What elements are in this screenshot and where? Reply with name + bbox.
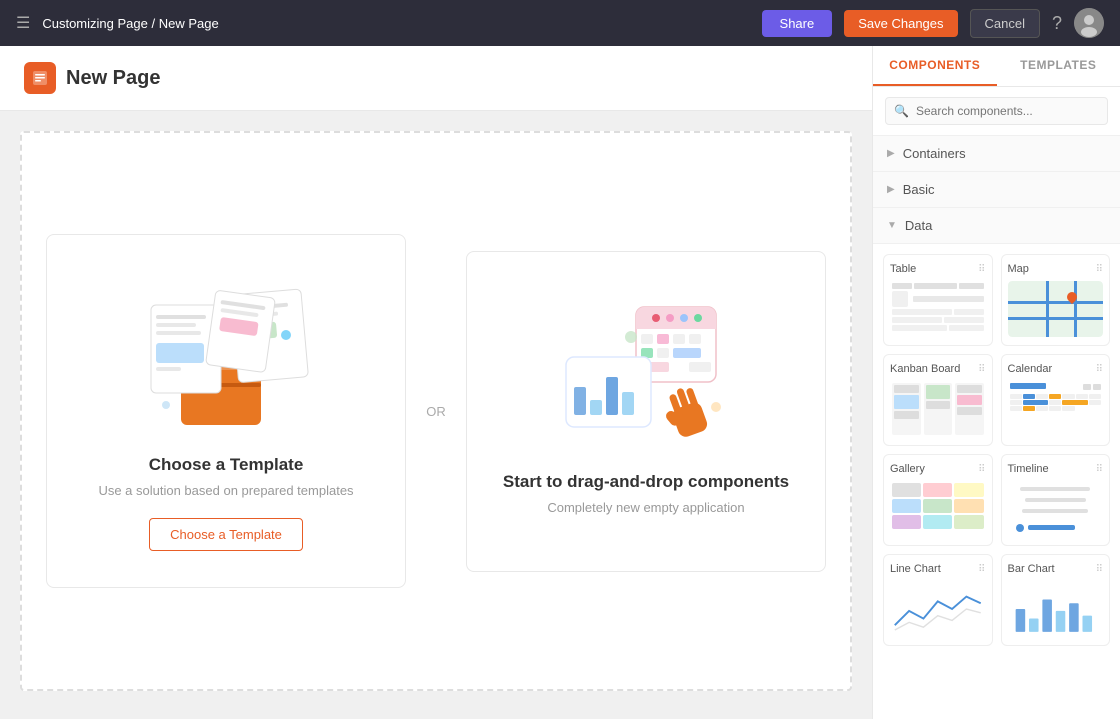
template-card-title: Choose a Template	[149, 455, 304, 475]
kanban-preview	[890, 381, 986, 437]
component-card-bar-chart-header: Bar Chart ⠿	[1008, 563, 1104, 575]
data-section-header[interactable]: ▼ Data	[873, 208, 1120, 243]
component-card-gallery-header: Gallery ⠿	[890, 463, 986, 475]
component-card-table-header: Table ⠿	[890, 263, 986, 275]
component-card-gallery[interactable]: Gallery ⠿	[883, 454, 993, 546]
sidebar-tabs: Components Templates	[873, 46, 1120, 87]
component-row-4: Line Chart ⠿ Bar Chart ⠿	[883, 554, 1110, 646]
page-title: New Page	[66, 67, 160, 90]
component-card-kanban[interactable]: Kanban Board ⠿	[883, 354, 993, 446]
calendar-label: Calendar	[1008, 363, 1053, 375]
calendar-preview	[1008, 381, 1104, 437]
drag-icon-map: ⠿	[1096, 264, 1103, 275]
map-preview	[1008, 281, 1104, 337]
top-navigation: ☰ Customizing Page / New Page Share Save…	[0, 0, 1120, 46]
component-card-bar-chart[interactable]: Bar Chart ⠿	[1001, 554, 1111, 646]
drag-icon-kanban: ⠿	[978, 364, 985, 375]
canvas-body: Choose a Template Use a solution based o…	[0, 111, 872, 719]
gallery-label: Gallery	[890, 463, 925, 475]
help-icon[interactable]: ?	[1052, 13, 1062, 34]
component-card-kanban-header: Kanban Board ⠿	[890, 363, 986, 375]
breadcrumb: Customizing Page / New Page	[42, 16, 218, 31]
line-chart-preview	[890, 581, 986, 637]
component-card-line-chart-header: Line Chart ⠿	[890, 563, 986, 575]
breadcrumb-current: New Page	[159, 16, 219, 31]
basic-section-header[interactable]: ▶ Basic	[873, 172, 1120, 207]
tab-components[interactable]: Components	[873, 46, 997, 86]
main-layout: New Page	[0, 46, 1120, 719]
search-icon: 🔍	[894, 104, 909, 118]
sidebar-section-data: ▼ Data	[873, 208, 1120, 244]
timeline-label: Timeline	[1008, 463, 1049, 475]
basic-label: Basic	[903, 182, 935, 197]
component-card-map[interactable]: Map ⠿	[1001, 254, 1111, 346]
cards-container: Choose a Template Use a solution based o…	[46, 234, 826, 588]
table-preview	[890, 281, 986, 337]
dragdrop-card-subtitle: Completely new empty application	[547, 500, 744, 515]
template-illustration	[126, 275, 326, 435]
search-input[interactable]	[885, 97, 1108, 125]
avatar[interactable]	[1074, 8, 1104, 38]
breadcrumb-separator: /	[151, 16, 155, 31]
component-card-calendar-header: Calendar ⠿	[1008, 363, 1104, 375]
chevron-right-icon-basic: ▶	[887, 184, 895, 195]
share-button[interactable]: Share	[762, 10, 833, 37]
breadcrumb-parent[interactable]: Customizing Page	[42, 16, 148, 31]
canvas-area: New Page	[0, 46, 872, 719]
component-card-timeline[interactable]: Timeline ⠿	[1001, 454, 1111, 546]
drag-icon-table: ⠿	[978, 264, 985, 275]
kanban-label: Kanban Board	[890, 363, 960, 375]
timeline-preview	[1008, 481, 1104, 537]
drag-icon-calendar: ⠿	[1096, 364, 1103, 375]
drag-icon-gallery: ⠿	[978, 464, 985, 475]
component-card-table[interactable]: Table ⠿	[883, 254, 993, 346]
tab-templates[interactable]: Templates	[997, 46, 1120, 86]
sidebar-section-containers: ▶ Containers	[873, 136, 1120, 172]
component-card-map-header: Map ⠿	[1008, 263, 1104, 275]
table-label: Table	[890, 263, 916, 275]
component-row-1: Table ⠿	[883, 254, 1110, 346]
component-grid: Table ⠿	[873, 244, 1120, 719]
page-header: New Page	[0, 46, 872, 111]
or-divider: OR	[406, 404, 466, 419]
containers-section-header[interactable]: ▶ Containers	[873, 136, 1120, 171]
hamburger-menu-icon[interactable]: ☰	[16, 13, 30, 33]
choose-template-button[interactable]: Choose a Template	[149, 518, 303, 551]
bar-chart-preview	[1008, 581, 1104, 637]
containers-label: Containers	[903, 146, 966, 161]
component-card-timeline-header: Timeline ⠿	[1008, 463, 1104, 475]
template-card-subtitle: Use a solution based on prepared templat…	[98, 483, 353, 498]
drag-icon-line-chart: ⠿	[978, 564, 985, 575]
drag-icon-timeline: ⠿	[1096, 464, 1103, 475]
data-label: Data	[905, 218, 932, 233]
cancel-button[interactable]: Cancel	[970, 9, 1040, 38]
chevron-down-icon-data: ▼	[887, 220, 897, 231]
component-card-line-chart[interactable]: Line Chart ⠿	[883, 554, 993, 646]
line-chart-label: Line Chart	[890, 563, 941, 575]
map-label: Map	[1008, 263, 1029, 275]
canvas-drop-zone[interactable]: Choose a Template Use a solution based o…	[20, 131, 852, 691]
gallery-preview	[890, 481, 986, 537]
search-wrapper: 🔍	[885, 97, 1108, 125]
bar-chart-label: Bar Chart	[1008, 563, 1055, 575]
component-card-calendar[interactable]: Calendar ⠿	[1001, 354, 1111, 446]
page-icon	[24, 62, 56, 94]
template-card: Choose a Template Use a solution based o…	[46, 234, 406, 588]
dragdrop-card-title: Start to drag-and-drop components	[503, 472, 789, 492]
chevron-right-icon: ▶	[887, 148, 895, 159]
save-changes-button[interactable]: Save Changes	[844, 10, 957, 37]
dragdrop-illustration	[546, 292, 746, 452]
component-row-2: Kanban Board ⠿	[883, 354, 1110, 446]
drag-icon-bar-chart: ⠿	[1096, 564, 1103, 575]
sidebar-search-container: 🔍	[873, 87, 1120, 136]
sidebar-section-basic: ▶ Basic	[873, 172, 1120, 208]
dragdrop-card: Start to drag-and-drop components Comple…	[466, 251, 826, 572]
component-row-3: Gallery ⠿	[883, 454, 1110, 546]
right-sidebar: Components Templates 🔍 ▶ Containers ▶ Ba…	[872, 46, 1120, 719]
